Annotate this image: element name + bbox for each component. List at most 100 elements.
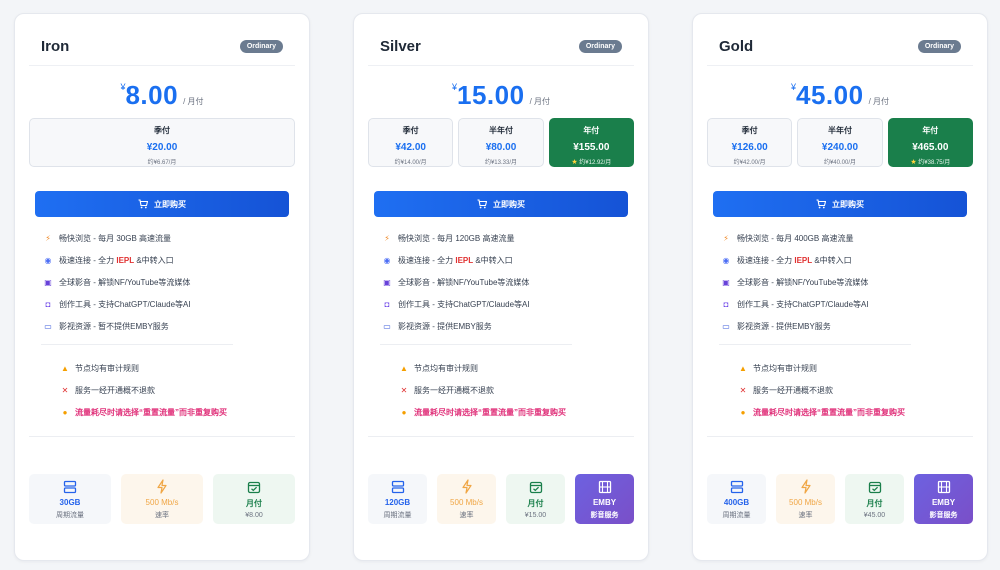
billing-option-price: ¥126.00: [731, 142, 768, 153]
feature-item: ▣ 全球影音 - 解锁NF/YouTube等流媒体: [719, 271, 967, 293]
price-display: ¥45.00 / 月付: [693, 80, 987, 111]
feature-text: 影视资源 - 提供EMBY服务: [737, 321, 831, 331]
divider: [380, 344, 572, 345]
bulb-icon: ●: [740, 407, 746, 417]
feature-item: ▣ 全球影音 - 解锁NF/YouTube等流媒体: [41, 271, 289, 293]
price-display: ¥8.00 / 月付: [15, 80, 309, 111]
notice-item: ✕ 服务一经开通概不退款: [398, 379, 628, 401]
stat-cycle: 月付 ¥45.00: [845, 474, 904, 524]
billing-option-label: 年付: [583, 126, 600, 135]
divider: [707, 436, 973, 437]
price-amount: 45.00: [795, 80, 864, 110]
notice-text: 流量耗尽时请选择“重置流量”而非重复购买: [753, 407, 905, 417]
stat-value: 500 Mb/s: [145, 498, 179, 507]
billing-period-options: 季付 ¥42.00 约¥14.00/月 半年付 ¥80.00 约¥13.33/月…: [368, 118, 634, 167]
stat-emby: EMBY 影音服务: [914, 474, 973, 524]
stat-label: ¥45.00: [863, 512, 886, 519]
notice-item: ✕ 服务一经开通概不退款: [737, 379, 967, 401]
plan-name: Gold: [719, 38, 754, 55]
stat-label: 速率: [798, 512, 813, 519]
swirl-icon: ◉: [44, 255, 52, 265]
bulb-icon: ●: [62, 407, 68, 417]
feature-text: 影视资源 - 暂不提供EMBY服务: [59, 321, 169, 331]
star-icon: ★: [571, 159, 578, 166]
plan-badge: Ordinary: [239, 40, 283, 53]
notice-list: ▲ 节点均有审计规则 ✕ 服务一经开通概不退款 ● 流量耗尽时请选择“重置流量”…: [59, 357, 289, 423]
feature-text: 创作工具 - 支持ChatGPT/Claude等AI: [737, 299, 869, 309]
stat-label: 速率: [155, 512, 169, 519]
feature-item: ⚡ 畅快浏览 - 每月 30GB 高速流量: [41, 227, 289, 249]
billing-option-label: 季付: [402, 126, 419, 135]
feature-item: ◘ 创作工具 - 支持ChatGPT/Claude等AI: [380, 293, 628, 315]
lightning-icon: [121, 479, 203, 494]
plan-stats: 30GB 周期流量 500 Mb/s 速率 月付 ¥8.00: [29, 474, 295, 524]
plan-name: Iron: [41, 38, 70, 55]
cart-icon: [816, 199, 826, 209]
notice-item: ● 流量耗尽时请选择“重置流量”而非重复购买: [59, 401, 289, 423]
feature-text: 全球影音 - 解锁NF/YouTube等流媒体: [59, 277, 191, 287]
feature-item: ◉ 极速连接 - 全力 IEPL &中转入口: [719, 249, 967, 271]
notice-text: 节点均有审计规则: [414, 363, 478, 373]
plan-card-gold: Gold Ordinary ¥45.00 / 月付 季付 ¥126.00 约¥42…: [692, 13, 988, 561]
feature-text: 极速连接 - 全力 IEPL &中转入口: [737, 255, 852, 265]
billing-option[interactable]: 季付 ¥42.00 约¥14.00/月: [368, 118, 454, 167]
price-period: / 月付: [868, 97, 890, 106]
robot-icon: ◘: [723, 299, 729, 309]
feature-item: ⚡ 畅快浏览 - 每月 400GB 高速流量: [719, 227, 967, 249]
stat-traffic: 400GB 周期流量: [707, 474, 766, 524]
feature-text: 畅快浏览 - 每月 400GB 高速流量: [737, 233, 854, 243]
billing-option[interactable]: 季付 ¥126.00 约¥42.00/月: [707, 118, 793, 167]
feature-item: ⚡ 畅快浏览 - 每月 120GB 高速流量: [380, 227, 628, 249]
billing-option-monthly: 约¥42.00/月: [733, 160, 766, 166]
clapper-icon: ▣: [722, 277, 730, 287]
stat-label: 周期流量: [56, 512, 84, 519]
robot-icon: ◘: [45, 299, 51, 309]
cross-icon: ✕: [400, 385, 408, 395]
stat-emby: EMBY 影音服务: [575, 474, 634, 524]
buy-now-label: 立即购买: [493, 199, 525, 209]
buy-now-button[interactable]: 立即购买: [713, 191, 967, 217]
server-icon: [29, 479, 111, 494]
notice-list: ▲ 节点均有审计规则 ✕ 服务一经开通概不退款 ● 流量耗尽时请选择“重置流量”…: [398, 357, 628, 423]
swirl-icon: ◉: [722, 255, 730, 265]
feature-item: ◘ 创作工具 - 支持ChatGPT/Claude等AI: [41, 293, 289, 315]
billing-option-label: 年付: [922, 126, 939, 135]
card-header: Gold Ordinary: [707, 14, 973, 66]
billing-option[interactable]: 年付 ¥155.00 ★ 约¥12.92/月: [548, 118, 634, 167]
cart-icon: [138, 199, 148, 209]
billing-option-label: 季付: [741, 126, 758, 135]
calendar-check-icon: [506, 479, 565, 494]
price-period: / 月付: [529, 97, 551, 106]
stat-label: ¥15.00: [524, 512, 547, 519]
buy-now-button[interactable]: 立即购买: [374, 191, 628, 217]
buy-now-button[interactable]: 立即购买: [35, 191, 289, 217]
notice-item: ● 流量耗尽时请选择“重置流量”而非重复购买: [737, 401, 967, 423]
billing-option[interactable]: 半年付 ¥240.00 约¥40.00/月: [797, 118, 883, 167]
stat-label: 周期流量: [722, 512, 751, 519]
divider: [719, 344, 911, 345]
stat-value: 400GB: [723, 498, 750, 507]
feature-text: 畅快浏览 - 每月 120GB 高速流量: [398, 233, 515, 243]
stat-traffic: 30GB 周期流量: [29, 474, 111, 524]
cross-icon: ✕: [61, 385, 69, 395]
billing-option-label: 半年付: [488, 126, 513, 135]
lightning-icon: ⚡: [723, 233, 729, 243]
billing-option[interactable]: 年付 ¥465.00 ★ 约¥38.75/月: [887, 118, 973, 167]
billing-period-options: 季付 ¥126.00 约¥42.00/月 半年付 ¥240.00 约¥40.00…: [707, 118, 973, 167]
feature-text: 极速连接 - 全力 IEPL &中转入口: [59, 255, 174, 265]
feature-list: ⚡ 畅快浏览 - 每月 120GB 高速流量 ◉ 极速连接 - 全力 IEPL …: [380, 227, 628, 337]
billing-period-options: 季付 ¥20.00 约¥6.67/月: [29, 118, 295, 167]
stat-cycle: 月付 ¥8.00: [213, 474, 295, 524]
warning-icon: ▲: [739, 363, 747, 373]
calendar-check-icon: [845, 479, 904, 494]
stat-value: EMBY: [592, 498, 617, 507]
billing-option[interactable]: 半年付 ¥80.00 约¥13.33/月: [458, 118, 544, 167]
lightning-icon: ⚡: [45, 233, 51, 243]
billing-option[interactable]: 季付 ¥20.00 约¥6.67/月: [29, 118, 295, 167]
clapper-icon: ▣: [383, 277, 391, 287]
warning-icon: ▲: [61, 363, 69, 373]
stat-value: 30GB: [59, 498, 81, 507]
plan-card-silver: Silver Ordinary ¥15.00 / 月付 季付 ¥42.00 约¥1…: [353, 13, 649, 561]
card-header: Silver Ordinary: [368, 14, 634, 66]
stat-value: EMBY: [931, 498, 956, 507]
